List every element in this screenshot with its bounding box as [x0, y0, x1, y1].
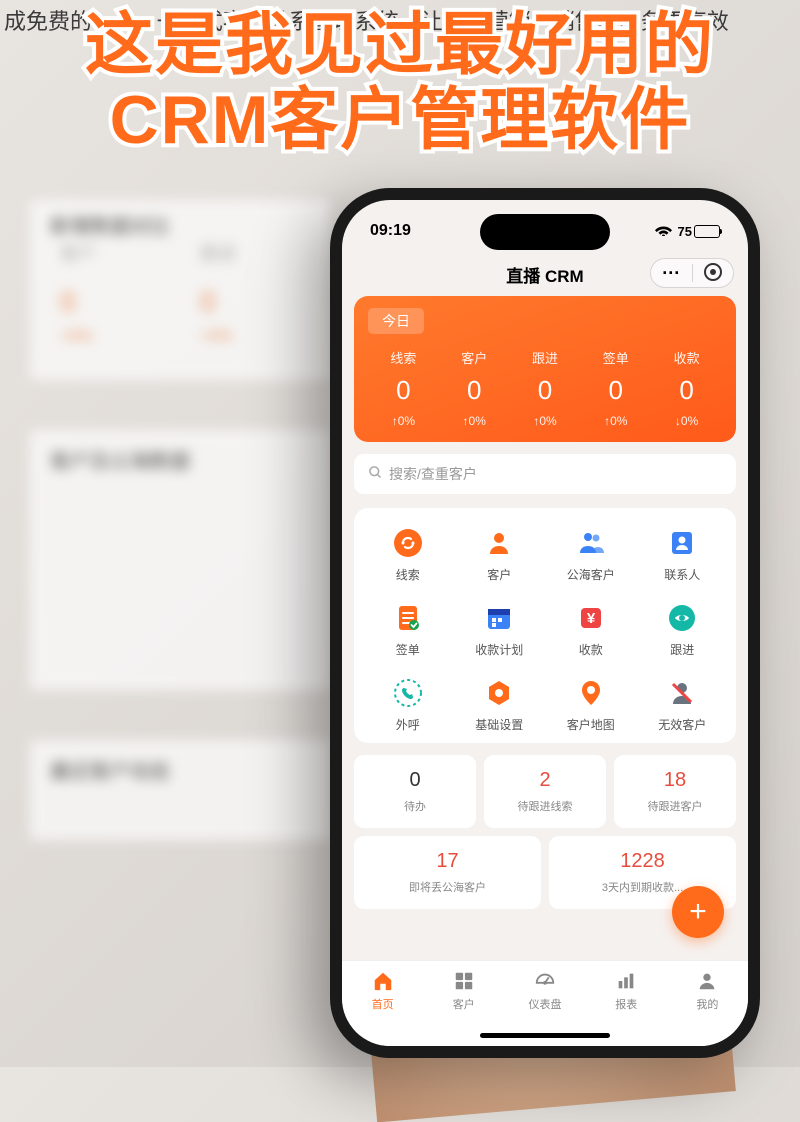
grid-item-settings[interactable]: 基础设置 [454, 676, 546, 733]
settings-icon [482, 676, 516, 710]
grid-item-public-customer[interactable]: 公海客户 [545, 526, 637, 583]
search-icon [368, 465, 383, 483]
payment-plan-icon [482, 601, 516, 635]
grid-item-map[interactable]: 客户地图 [545, 676, 637, 733]
search-input[interactable]: 搜索/查重客户 [354, 454, 736, 494]
home-icon [371, 969, 395, 993]
feature-grid: 线索 客户 公海客户 联系人 签单 收款计划¥ 收款 跟进 外呼 基础设置 客户… [354, 508, 736, 743]
today-stat[interactable]: 跟进 0 ↑0% [510, 348, 581, 428]
phone-frame: 09:19 75 直播 CRM ··· 今日 线索 [330, 188, 760, 1058]
contact-icon [665, 526, 699, 560]
capsule-close-icon[interactable] [693, 263, 734, 284]
map-icon [574, 676, 608, 710]
customers-icon [452, 969, 476, 993]
today-tab[interactable]: 今日 [368, 308, 424, 334]
nav-report[interactable]: 报表 [586, 969, 667, 1024]
grid-item-order[interactable]: 签单 [362, 601, 454, 658]
today-stat[interactable]: 签单 0 ↑0% [580, 348, 651, 428]
task-card[interactable]: 2 待跟进线索 [484, 755, 606, 828]
public-customer-icon [574, 526, 608, 560]
capsule-menu-icon[interactable]: ··· [651, 264, 692, 282]
payment-icon: ¥ [574, 601, 608, 635]
task-card[interactable]: 17 即将丢公海客户 [354, 836, 541, 909]
add-button[interactable]: + [672, 886, 724, 938]
nav-profile[interactable]: 我的 [667, 969, 748, 1024]
grid-item-payment-plan[interactable]: 收款计划 [454, 601, 546, 658]
notch [480, 214, 610, 250]
task-card[interactable]: 18 待跟进客户 [614, 755, 736, 828]
miniprogram-header: 直播 CRM ··· [342, 252, 748, 296]
profile-icon [695, 969, 719, 993]
grid-item-lead[interactable]: 线索 [362, 526, 454, 583]
customer-icon [482, 526, 516, 560]
nav-customers[interactable]: 客户 [423, 969, 504, 1024]
nav-dashboard[interactable]: 仪表盘 [504, 969, 585, 1024]
home-indicator [480, 1033, 610, 1038]
grid-item-invalid-customer[interactable]: 无效客户 [637, 676, 729, 733]
outcall-icon [391, 676, 425, 710]
status-time: 09:19 [370, 222, 411, 240]
battery-icon: 75 [678, 224, 720, 239]
task-card[interactable]: 0 待办 [354, 755, 476, 828]
today-stat[interactable]: 线索 0 ↑0% [368, 348, 439, 428]
grid-item-followup[interactable]: 跟进 [637, 601, 729, 658]
followup-icon [665, 601, 699, 635]
order-icon [391, 601, 425, 635]
miniprogram-capsule[interactable]: ··· [650, 258, 734, 288]
grid-item-customer[interactable]: 客户 [454, 526, 546, 583]
svg-text:¥: ¥ [587, 610, 596, 627]
invalid-customer-icon [665, 676, 699, 710]
wifi-icon [655, 224, 672, 239]
today-panel: 今日 线索 0 ↑0%客户 0 ↑0%跟进 0 ↑0%签单 0 ↑0%收款 0 … [354, 296, 736, 442]
app-title: 直播 CRM [506, 262, 583, 287]
lead-icon [391, 526, 425, 560]
dashboard-icon [533, 969, 557, 993]
grid-item-outcall[interactable]: 外呼 [362, 676, 454, 733]
report-icon [614, 969, 638, 993]
nav-home[interactable]: 首页 [342, 969, 423, 1024]
grid-item-payment[interactable]: ¥ 收款 [545, 601, 637, 658]
promo-headline: 这是我见过最好用的 CRM客户管理软件 [0, 8, 800, 158]
today-stat[interactable]: 收款 0 ↓0% [651, 348, 722, 428]
today-stat[interactable]: 客户 0 ↑0% [439, 348, 510, 428]
grid-item-contact[interactable]: 联系人 [637, 526, 729, 583]
